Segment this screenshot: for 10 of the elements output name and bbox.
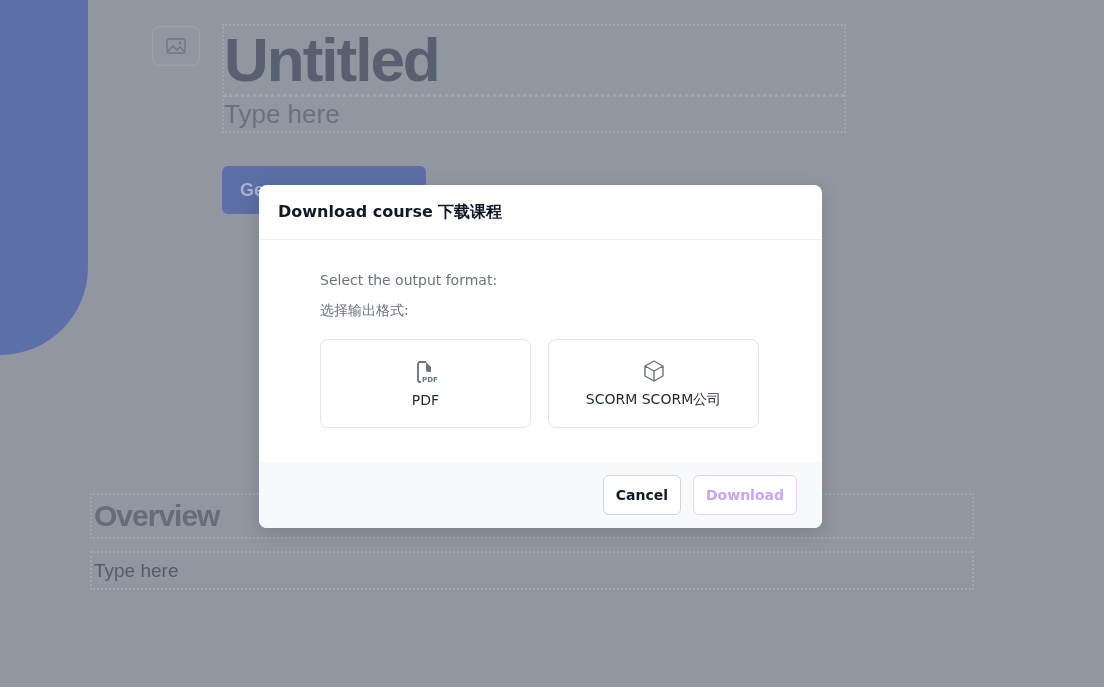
section-text-field[interactable]: Type here [90,551,974,590]
image-icon [166,38,186,54]
cube-icon [641,358,666,383]
prompt-text: Select the output format: [320,271,499,290]
page-title[interactable]: Untitled [224,26,844,97]
dialog-title: Download course 下载课程 [278,201,503,223]
cancel-button[interactable]: Cancel [602,475,681,515]
prompt-text: 选择输出格式: [320,301,410,320]
add-image-button[interactable] [152,26,200,66]
format-option[interactable]: SCORM SCORM公司 [548,339,759,428]
